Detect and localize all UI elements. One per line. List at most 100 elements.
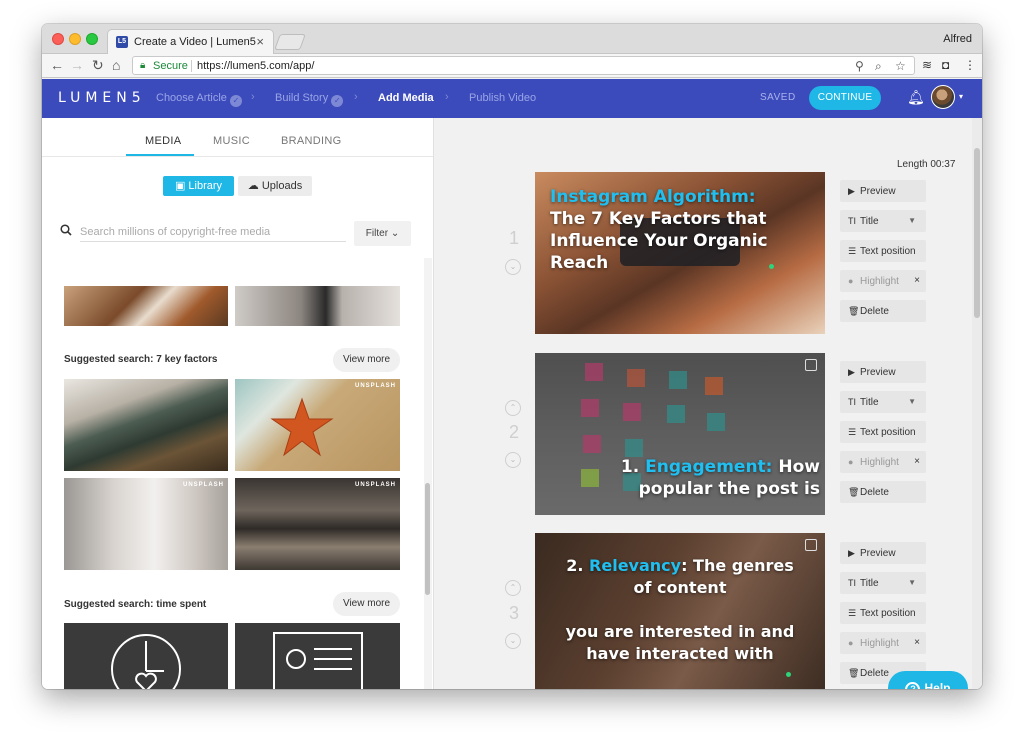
media-thumbnail[interactable] [235,286,400,326]
unsplash-badge: UNSPLASH [182,482,224,488]
media-scrollbar-thumb[interactable] [425,483,430,595]
view-more-button[interactable]: View more [333,348,400,372]
filter-button[interactable]: Filter ⌄ [354,221,411,246]
delete-button[interactable]: 🗑︎Delete [840,300,926,322]
user-avatar[interactable] [931,85,955,109]
uploads-button[interactable]: ☁ Uploads [238,176,312,196]
media-search-input[interactable] [80,222,346,242]
media-thumbnail[interactable]: UNSPLASH [235,379,400,471]
chevron-down-icon[interactable]: ▾ [959,92,963,101]
media-thumbnail[interactable] [64,379,228,471]
scene-text[interactable]: 1. Engagement: How popular the post is [620,456,820,500]
highlight-button[interactable]: ● Highlight × [840,632,926,654]
focus-dot[interactable] [786,672,791,677]
align-icon: ☰ [848,608,857,618]
highlight-label: Highlight [860,457,899,468]
tab-branding[interactable]: BRANDING [281,135,341,147]
highlight-button[interactable]: ● Highlight × [840,270,926,292]
layers-icon[interactable] [805,359,817,371]
story-scrollbar-thumb[interactable] [974,148,980,318]
unsplash-badge: UNSPLASH [354,383,396,389]
text-position-button[interactable]: ☰ Text position [840,240,926,262]
zoom-window-button[interactable] [86,33,98,45]
library-button[interactable]: ▣ Library [163,176,234,196]
step-add-media[interactable]: Add Media [378,92,434,104]
preview-button[interactable]: ▶ Preview [840,542,926,564]
move-up-icon[interactable]: ⌃ [505,400,521,416]
tab-title: Create a Video | Lumen5 [134,36,256,48]
zoom-icon[interactable]: ⌕ [875,59,882,74]
scene-card[interactable]: 1. Engagement: How popular the post is [535,353,825,515]
browser-menu-icon[interactable]: ⋮ [964,58,976,72]
delete-label: Delete [860,306,889,317]
title-dropdown[interactable]: TI Title ▼ [840,210,926,232]
chevron-right-icon: › [354,91,358,103]
play-icon: ▶ [848,548,855,558]
forward-arrow-icon[interactable]: → [70,57,84,73]
title-label: Title [860,578,879,589]
step-build-story[interactable]: Build Story ✓ [275,92,344,107]
media-thumbnail[interactable]: UNSPLASH [235,478,400,570]
starfish-image [270,397,334,457]
key-icon[interactable]: ⚲ [855,59,864,73]
check-icon: ✓ [229,95,242,107]
media-scrollbar-track[interactable] [424,258,432,689]
text-position-button[interactable]: ☰ Text position [840,602,926,624]
step-choose-article[interactable]: Choose Article ✓ [156,92,242,107]
preview-label: Preview [860,548,896,559]
scene-text[interactable]: Instagram Algorithm: The 7 Key Factors th… [550,186,820,274]
focus-dot[interactable] [769,264,774,269]
app-header: LUMEN5 Choose Article ✓ › Build Story ✓ › … [42,79,982,118]
reload-icon[interactable]: ↻ [92,57,104,74]
preview-button[interactable]: ▶ Preview [840,361,926,383]
title-dropdown[interactable]: TI Title ▼ [840,391,926,413]
home-icon[interactable]: ⌂ [112,57,120,73]
media-thumbnail[interactable] [235,623,400,689]
bookmark-star-icon[interactable]: ☆ [895,59,906,73]
highlight-button[interactable]: ● Highlight × [840,451,926,473]
suggested-search-label: Suggested search: 7 key factors [64,354,218,365]
scene-card[interactable]: 2. Relevancy: The genres of content you a… [535,533,825,689]
remove-highlight-icon[interactable]: × [914,632,920,654]
step-publish-video[interactable]: Publish Video [469,92,536,104]
minimize-window-button[interactable] [69,33,81,45]
delete-label: Delete [860,668,889,679]
layers-icon[interactable] [805,539,817,551]
browser-profile-name[interactable]: Alfred [943,33,972,45]
scene-card[interactable]: Instagram Algorithm: The 7 Key Factors th… [535,172,825,334]
new-tab-button[interactable] [274,34,306,50]
view-more-button[interactable]: View more [333,592,400,616]
remove-highlight-icon[interactable]: × [914,270,920,292]
address-bar[interactable]: 🔒︎ Secure https://lumen5.com/app/ ⚲ ⌕ ☆ [132,56,915,75]
chevron-down-icon: ⌄ [390,228,400,239]
move-up-icon[interactable]: ⌃ [505,580,521,596]
scene-text[interactable]: 2. Relevancy: The genres of content you a… [555,555,805,665]
media-thumbnail[interactable]: UNSPLASH [64,478,228,570]
text-position-button[interactable]: ☰ Text position [840,421,926,443]
continue-button[interactable]: CONTINUE [809,86,881,110]
suggested-search-label: Suggested search: time spent [64,599,207,610]
back-arrow-icon[interactable]: ← [50,57,64,73]
remove-highlight-icon[interactable]: × [914,451,920,473]
close-window-button[interactable] [52,33,64,45]
lumen5-logo[interactable]: LUMEN5 [58,90,146,106]
buffer-extension-icon[interactable]: ≋ [922,58,932,72]
move-down-icon[interactable]: ⌄ [505,633,521,649]
move-down-icon[interactable]: ⌄ [505,259,521,275]
media-thumbnail[interactable] [64,623,228,689]
scene-body-text: The 7 Key Factors that Influence Your Or… [550,209,768,273]
notification-bell-icon[interactable]: 🔔︎ [907,89,925,106]
tab-media[interactable]: MEDIA [145,135,181,147]
tab-music[interactable]: MUSIC [213,135,250,147]
tab-close-icon[interactable]: × [256,34,264,49]
delete-label: Delete [860,487,889,498]
pocket-extension-icon[interactable]: ◘ [942,58,949,72]
saved-status: SAVED [760,92,796,103]
preview-button[interactable]: ▶ Preview [840,180,926,202]
move-down-icon[interactable]: ⌄ [505,452,521,468]
browser-tab[interactable]: L5 Create a Video | Lumen5 × [107,29,274,55]
media-thumbnail[interactable] [64,286,228,326]
help-button[interactable]: ? Help [888,671,968,689]
title-dropdown[interactable]: TI Title ▼ [840,572,926,594]
delete-button[interactable]: 🗑︎Delete [840,481,926,503]
